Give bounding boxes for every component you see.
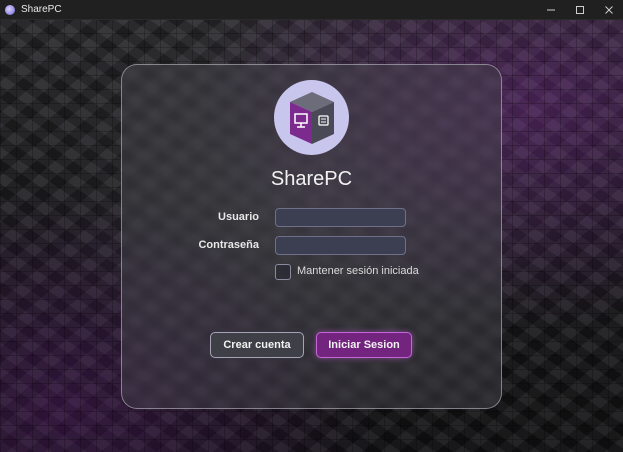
password-label: Contraseña	[198, 239, 259, 251]
remember-session-label[interactable]: Mantener sesión iniciada	[297, 265, 419, 277]
app-title: SharePC	[270, 168, 353, 190]
close-button[interactable]	[594, 0, 623, 20]
cube-pc-logo-icon	[274, 80, 349, 155]
password-input[interactable]	[275, 236, 406, 255]
minimize-icon	[546, 9, 555, 11]
login-button[interactable]: Iniciar Sesion	[316, 332, 412, 358]
remember-session-checkbox[interactable]	[275, 264, 291, 280]
minimize-button[interactable]	[536, 0, 565, 20]
app-icon	[5, 4, 15, 15]
maximize-icon	[575, 6, 584, 14]
window-title: SharePC	[21, 4, 62, 15]
window-controls	[536, 0, 623, 20]
username-input[interactable]	[275, 208, 406, 227]
create-account-button[interactable]: Crear cuenta	[210, 332, 304, 358]
title-bar: SharePC	[0, 0, 623, 20]
username-label: Usuario	[218, 211, 259, 223]
close-icon	[604, 6, 613, 14]
maximize-button[interactable]	[565, 0, 594, 20]
